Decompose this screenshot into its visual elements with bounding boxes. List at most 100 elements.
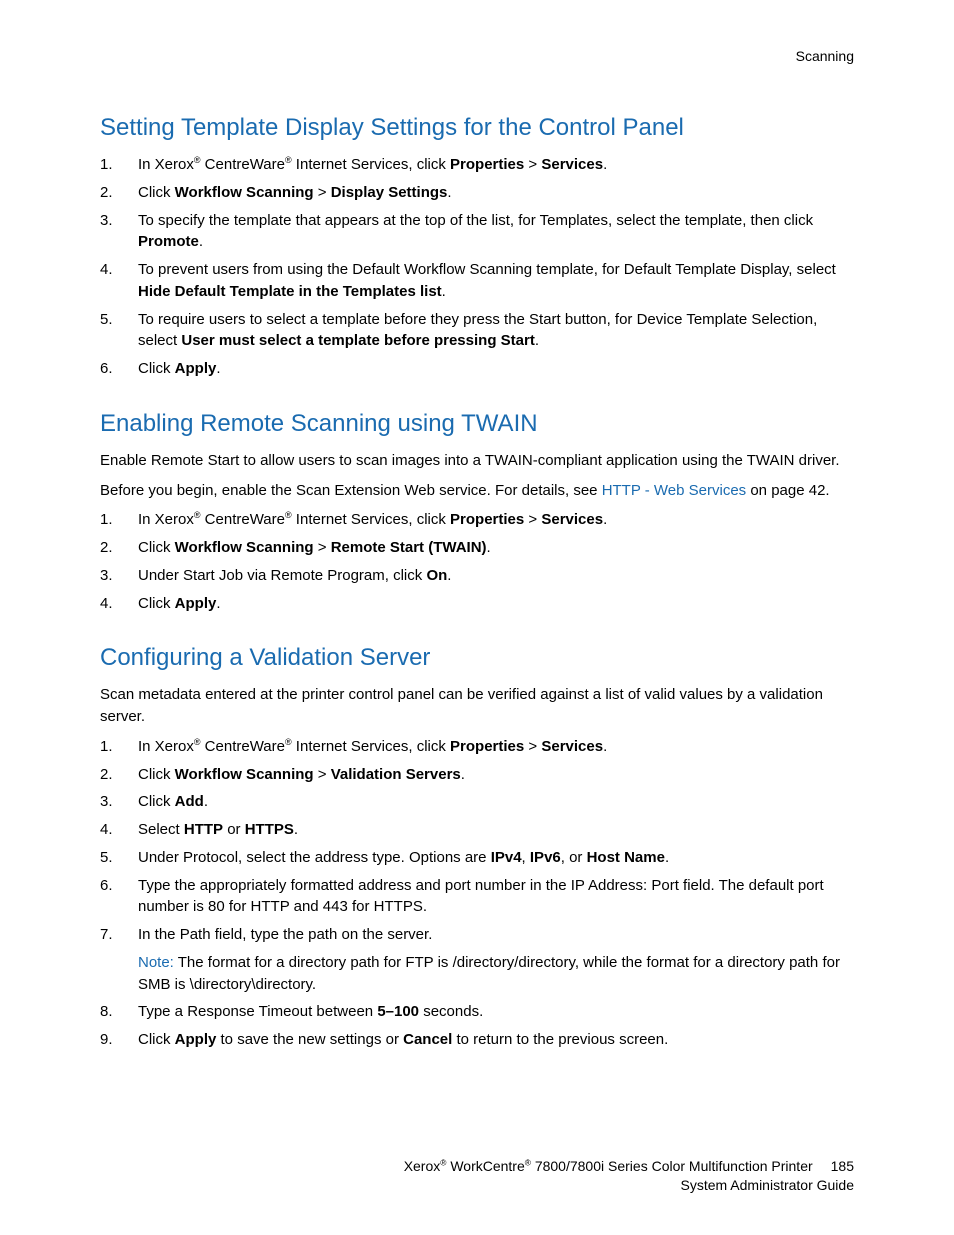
text: Click <box>138 766 175 783</box>
list-item: Under Start Job via Remote Program, clic… <box>100 565 854 587</box>
bold-text: Properties <box>450 156 524 173</box>
text: . <box>487 539 491 556</box>
heading-remote-scanning: Enabling Remote Scanning using TWAIN <box>100 410 854 438</box>
text: . <box>461 766 465 783</box>
text: CentreWare <box>201 156 285 173</box>
footer-text: WorkCentre <box>446 1158 524 1174</box>
link-http-web-services[interactable]: HTTP - Web Services <box>602 482 746 499</box>
text: . <box>216 595 220 612</box>
text: . <box>535 332 539 349</box>
text: In Xerox <box>138 738 194 755</box>
text: > <box>314 184 331 201</box>
text: to save the new settings or <box>216 1031 403 1048</box>
bold-text: Remote Start (TWAIN) <box>331 539 487 556</box>
list-item: To prevent users from using the Default … <box>100 259 854 303</box>
bold-text: Apply <box>175 360 217 377</box>
list-item: Click Apply. <box>100 358 854 380</box>
text: Internet Services, click <box>292 156 450 173</box>
text: . <box>216 360 220 377</box>
text: > <box>314 766 331 783</box>
text: Internet Services, click <box>292 511 450 528</box>
text: . <box>447 184 451 201</box>
footer-text: Xerox <box>404 1158 441 1174</box>
bold-text: Properties <box>450 511 524 528</box>
bold-text: Promote <box>138 233 199 250</box>
steps-validation-server: In Xerox® CentreWare® Internet Services,… <box>100 736 854 1051</box>
text: Under Protocol, select the address type.… <box>138 849 491 866</box>
paragraph: Enable Remote Start to allow users to sc… <box>100 450 854 472</box>
note-block: Note: The format for a directory path fo… <box>138 952 854 996</box>
text: > <box>524 511 541 528</box>
list-item: Type the appropriately formatted address… <box>100 875 854 919</box>
text: Click <box>138 360 175 377</box>
text: In Xerox <box>138 511 194 528</box>
text: Type a Response Timeout between <box>138 1003 377 1020</box>
bold-text: Hide Default Template in the Templates l… <box>138 283 442 300</box>
paragraph: Scan metadata entered at the printer con… <box>100 684 854 728</box>
bold-text: Validation Servers <box>331 766 461 783</box>
footer-text: 7800/7800i Series Color Multifunction Pr… <box>531 1158 813 1174</box>
note-body: The format for a directory path for FTP … <box>138 954 840 993</box>
bold-text: Properties <box>450 738 524 755</box>
bold-text: Services <box>541 156 603 173</box>
heading-template-display: Setting Template Display Settings for th… <box>100 114 854 142</box>
list-item: In Xerox® CentreWare® Internet Services,… <box>100 736 854 758</box>
note-label: Note: <box>138 954 174 971</box>
list-item: In Xerox® CentreWare® Internet Services,… <box>100 509 854 531</box>
list-item: Click Apply to save the new settings or … <box>100 1029 854 1051</box>
list-item: To require users to select a template be… <box>100 309 854 353</box>
text: . <box>204 793 208 810</box>
text: In the Path field, type the path on the … <box>138 926 432 943</box>
text: seconds. <box>419 1003 483 1020</box>
list-item: Click Add. <box>100 791 854 813</box>
bold-text: Add <box>175 793 204 810</box>
text: Before you begin, enable the Scan Extens… <box>100 482 602 499</box>
bold-text: Display Settings <box>331 184 448 201</box>
text: , <box>522 849 530 866</box>
text: > <box>524 738 541 755</box>
text: . <box>665 849 669 866</box>
registered-icon: ® <box>285 737 292 747</box>
bold-text: HTTP <box>184 821 223 838</box>
list-item: Click Workflow Scanning > Display Settin… <box>100 182 854 204</box>
bold-text: Workflow Scanning <box>175 766 314 783</box>
text: . <box>442 283 446 300</box>
list-item: Select HTTP or HTTPS. <box>100 819 854 841</box>
text: Click <box>138 793 175 810</box>
text: CentreWare <box>201 738 285 755</box>
text: Under Start Job via Remote Program, clic… <box>138 567 426 584</box>
text: To specify the template that appears at … <box>138 212 813 229</box>
text: . <box>199 233 203 250</box>
text: or <box>223 821 245 838</box>
list-item: In Xerox® CentreWare® Internet Services,… <box>100 154 854 176</box>
list-item: Type a Response Timeout between 5–100 se… <box>100 1001 854 1023</box>
bold-text: Apply <box>175 1031 217 1048</box>
text: Click <box>138 539 175 556</box>
registered-icon: ® <box>194 510 201 520</box>
document-page: Scanning Setting Template Display Settin… <box>0 0 954 1235</box>
list-item: To specify the template that appears at … <box>100 210 854 254</box>
page-number: 185 <box>831 1158 854 1174</box>
bold-text: Apply <box>175 595 217 612</box>
bold-text: Workflow Scanning <box>175 539 314 556</box>
text: . <box>603 511 607 528</box>
running-header: Scanning <box>100 48 854 64</box>
text: CentreWare <box>201 511 285 528</box>
text: . <box>603 156 607 173</box>
bold-text: HTTPS <box>245 821 294 838</box>
heading-validation-server: Configuring a Validation Server <box>100 644 854 672</box>
text: Internet Services, click <box>292 738 450 755</box>
paragraph: Before you begin, enable the Scan Extens… <box>100 480 854 502</box>
text: In Xerox <box>138 156 194 173</box>
bold-text: Host Name <box>587 849 665 866</box>
registered-icon: ® <box>194 155 201 165</box>
bold-text: Cancel <box>403 1031 452 1048</box>
text: > <box>524 156 541 173</box>
text: . <box>603 738 607 755</box>
bold-text: Services <box>541 511 603 528</box>
text: Click <box>138 595 175 612</box>
page-footer: Xerox® WorkCentre® 7800/7800i Series Col… <box>100 1157 854 1195</box>
bold-text: IPv4 <box>491 849 522 866</box>
text: on page 42. <box>746 482 829 499</box>
registered-icon: ® <box>285 510 292 520</box>
